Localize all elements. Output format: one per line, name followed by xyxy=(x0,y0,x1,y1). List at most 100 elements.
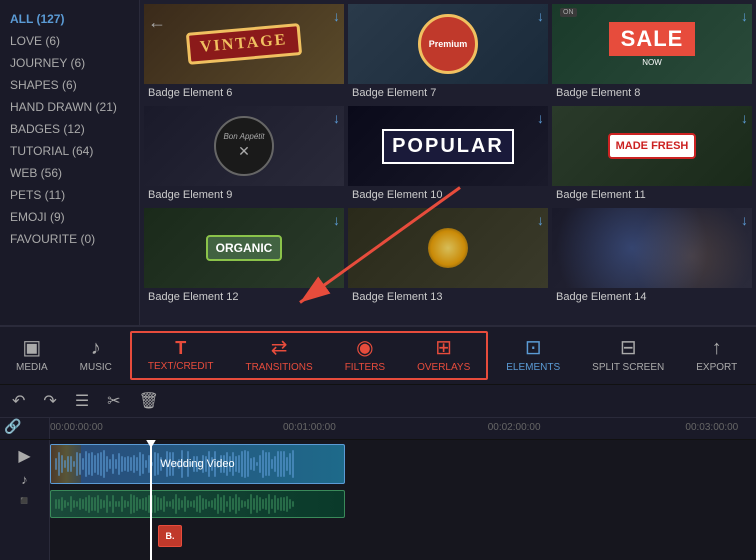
light-badge xyxy=(428,228,468,268)
track-audio-icon[interactable]: ♪ xyxy=(19,470,30,489)
grid-item-badge11[interactable]: MADE FRESH ↓ Badge Element 11 xyxy=(552,106,752,204)
sidebar-item-tutorial[interactable]: TUTORIAL (64) xyxy=(0,140,139,162)
media-label: MEDIA xyxy=(16,362,48,373)
adjust-button[interactable]: ☰ xyxy=(71,389,93,413)
playhead[interactable] xyxy=(150,440,152,560)
music-icon: ♪ xyxy=(91,338,101,358)
undo-button[interactable]: ↶ xyxy=(8,389,29,413)
transitions-label: TRANSITIONS xyxy=(245,362,312,373)
download-icon-11[interactable]: ↓ xyxy=(741,110,748,126)
tick-2: 00:02:00:00 xyxy=(488,422,541,433)
tick-0: 00:00:00:00 xyxy=(50,422,103,433)
overlays-icon: ⊞ xyxy=(435,338,452,358)
toolbar-media[interactable]: ▣ MEDIA xyxy=(0,327,64,384)
sidebar-item-love[interactable]: LOVE (6) xyxy=(0,30,139,52)
timeline-ruler: 🔗 00:00:00:00 00:01:00:00 00:02:00:00 00… xyxy=(0,418,756,440)
video-track-label: Wedding Video xyxy=(160,458,234,470)
vintage-badge: VINTAGE xyxy=(186,23,302,65)
redo-button[interactable]: ↷ xyxy=(39,389,60,413)
download-icon-12[interactable]: ↓ xyxy=(333,212,340,228)
toolbar-transitions[interactable]: ⇄ TRANSITIONS xyxy=(229,333,328,378)
download-icon-13[interactable]: ↓ xyxy=(537,212,544,228)
on-label: ON xyxy=(560,8,577,17)
bonappetit-badge: Bon Appétit ✕ xyxy=(214,116,274,176)
sidebar-item-web[interactable]: WEB (56) xyxy=(0,162,139,184)
download-icon-6[interactable]: ↓ xyxy=(333,8,340,24)
toolbar-export[interactable]: ↑ EXPORT xyxy=(680,327,753,384)
badge11-label: Badge Element 11 xyxy=(552,186,752,204)
download-icon-9[interactable]: ↓ xyxy=(333,110,340,126)
organic-badge: ORGANIC xyxy=(206,235,283,261)
track-badge-icon[interactable]: ◾ xyxy=(14,491,34,511)
elements-grid: VINTAGE ↓ Badge Element 6 Premium ↓ Badg… xyxy=(140,0,756,325)
grid-item-badge13[interactable]: ↓ Badge Element 13 xyxy=(348,208,548,306)
cut-button[interactable]: ✂ xyxy=(103,389,124,413)
download-icon-14[interactable]: ↓ xyxy=(741,212,748,228)
back-button[interactable]: ← xyxy=(140,8,174,37)
music-label: MUSIC xyxy=(80,362,112,373)
grid-item-badge10[interactable]: POPULAR ↓ Badge Element 10 xyxy=(348,106,548,204)
toolbar-split-screen[interactable]: ⊟ SPLIT SCREEN xyxy=(576,327,680,384)
split-screen-label: SPLIT SCREEN xyxy=(592,362,664,373)
badge8-label: Badge Element 8 xyxy=(552,84,752,102)
sidebar-item-pets[interactable]: PETS (11) xyxy=(0,184,139,206)
ruler-times: 00:00:00:00 00:01:00:00 00:02:00:00 00:0… xyxy=(50,418,756,439)
audio-track[interactable] xyxy=(50,490,345,518)
track-video-icon[interactable]: ▶ xyxy=(16,444,32,468)
badge10-label: Badge Element 10 xyxy=(348,186,548,204)
sidebar-item-emoji[interactable]: EMOJI (9) xyxy=(0,206,139,228)
sale-badge: SALE xyxy=(609,22,696,56)
track-area[interactable]: Wedding Video B. xyxy=(50,440,756,560)
toolbar-music[interactable]: ♪ MUSIC xyxy=(64,327,128,384)
timeline-tracks: ▶ ♪ ◾ Wedding Video xyxy=(0,440,756,560)
track-icons: ▶ ♪ ◾ xyxy=(0,440,50,560)
badge14-label: Badge Element 14 xyxy=(552,288,752,306)
elements-label: ELEMENTS xyxy=(506,362,560,373)
main-toolbar: ▣ MEDIA ♪ MUSIC T TEXT/CREDIT ⇄ TRANSITI… xyxy=(0,325,756,385)
timeline: ↶ ↷ ☰ ✂ 🗑 🔗 00:00:00:00 00:01:00:00 00:0… xyxy=(0,385,756,560)
sale-sub: NOW xyxy=(642,58,662,67)
badge-element-track[interactable]: B. xyxy=(158,525,182,547)
download-icon-10[interactable]: ↓ xyxy=(537,110,544,126)
video-track[interactable]: Wedding Video xyxy=(50,444,345,484)
sidebar-item-journey[interactable]: JOURNEY (6) xyxy=(0,52,139,74)
badge9-label: Badge Element 9 xyxy=(144,186,344,204)
grid-item-badge7[interactable]: Premium ↓ Badge Element 7 xyxy=(348,4,548,102)
badge7-label: Badge Element 7 xyxy=(348,84,548,102)
sidebar-item-handdrawn[interactable]: HAND DRAWN (21) xyxy=(0,96,139,118)
premium-badge: Premium xyxy=(418,14,478,74)
media-icon: ▣ xyxy=(22,338,41,358)
grid-item-badge6[interactable]: VINTAGE ↓ Badge Element 6 xyxy=(144,4,344,102)
text-credit-label: TEXT/CREDIT xyxy=(148,361,214,372)
bokeh-badge xyxy=(552,208,752,288)
grid-item-badge14[interactable]: ↓ Badge Element 14 xyxy=(552,208,752,306)
madefresh-badge: MADE FRESH xyxy=(608,133,697,159)
popular-badge: POPULAR xyxy=(382,129,514,164)
split-screen-icon: ⊟ xyxy=(620,338,637,358)
grid-item-badge12[interactable]: ORGANIC ↓ Badge Element 12 xyxy=(144,208,344,306)
delete-button[interactable]: 🗑 xyxy=(135,389,163,413)
sidebar-item-shapes[interactable]: SHAPES (6) xyxy=(0,74,139,96)
filters-icon: ◉ xyxy=(356,338,373,358)
sidebar-item-badges[interactable]: BADGES (12) xyxy=(0,118,139,140)
category-sidebar: ALL (127) LOVE (6) JOURNEY (6) SHAPES (6… xyxy=(0,0,140,325)
toolbar-elements[interactable]: ⊡ ELEMENTS xyxy=(490,327,576,384)
toolbar-filters[interactable]: ◉ FILTERS xyxy=(329,333,401,378)
timeline-controls: ↶ ↷ ☰ ✂ 🗑 xyxy=(0,385,756,418)
sidebar-item-favourite[interactable]: FAVOURITE (0) xyxy=(0,228,139,250)
badge6-label: Badge Element 6 xyxy=(144,84,344,102)
audio-waveform xyxy=(51,491,344,517)
badge13-label: Badge Element 13 xyxy=(348,288,548,306)
badge12-label: Badge Element 12 xyxy=(144,288,344,306)
sidebar-item-all[interactable]: ALL (127) xyxy=(0,8,139,30)
ruler-left-spacer: 🔗 xyxy=(0,418,50,439)
download-icon-8[interactable]: ↓ xyxy=(741,8,748,24)
download-icon-7[interactable]: ↓ xyxy=(537,8,544,24)
toolbar-overlays[interactable]: ⊞ OVERLAYS xyxy=(401,333,486,378)
export-label: EXPORT xyxy=(696,362,737,373)
grid-item-badge8[interactable]: ON SALE NOW ↓ Badge Element 8 xyxy=(552,4,752,102)
toolbar-text-credit[interactable]: T TEXT/CREDIT xyxy=(132,333,230,378)
grid-item-badge9[interactable]: Bon Appétit ✕ ↓ Badge Element 9 xyxy=(144,106,344,204)
tick-3: 00:03:00:00 xyxy=(685,422,738,433)
link-icon: 🔗 xyxy=(0,414,25,438)
